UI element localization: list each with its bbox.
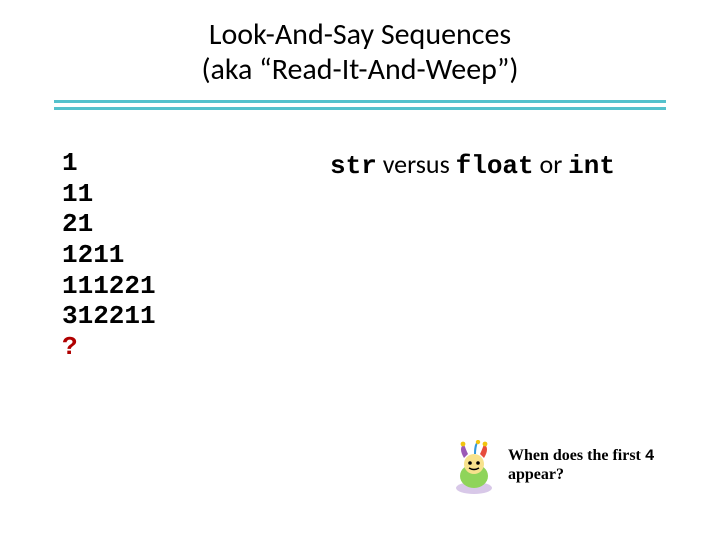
sequence-term: 11 [62, 179, 156, 210]
jester-icon [448, 440, 500, 496]
title-line-2: (aka “Read-It-And-Weep”) [0, 53, 720, 88]
text-versus: versus [377, 148, 456, 180]
text-or: or [534, 148, 569, 180]
sequence-term: 1 [62, 148, 156, 179]
code-float: float [456, 151, 534, 181]
slide: Look-And-Say Sequences (aka “Read-It-And… [0, 0, 720, 540]
sequence-term: 111221 [62, 271, 156, 302]
caption-part2: appear? [508, 466, 564, 483]
type-comparison: str versus float or int [330, 148, 615, 181]
caption-digit: 4 [645, 447, 655, 465]
sequence-term: 312211 [62, 301, 156, 332]
code-str: str [330, 151, 377, 181]
sequence-question: ? [62, 332, 156, 363]
slide-title: Look-And-Say Sequences (aka “Read-It-And… [0, 18, 720, 87]
title-underline [54, 100, 666, 110]
title-line-1: Look-And-Say Sequences [0, 18, 720, 53]
look-and-say-sequence: 1 11 21 1211 111221 312211 ? [62, 148, 156, 363]
sequence-term: 21 [62, 209, 156, 240]
code-int: int [568, 151, 615, 181]
rule-line [54, 107, 666, 110]
question-caption: When does the first 4 appear? [508, 447, 668, 484]
rule-line [54, 100, 666, 103]
caption-part1: When does the first [508, 447, 645, 464]
sequence-term: 1211 [62, 240, 156, 271]
